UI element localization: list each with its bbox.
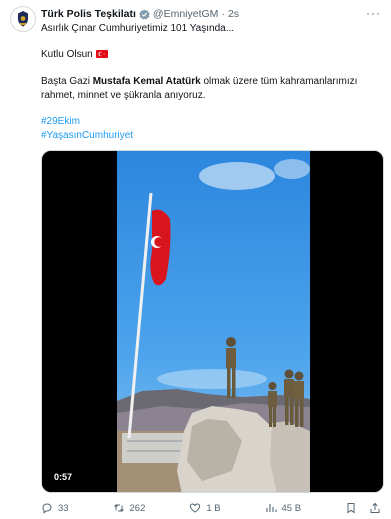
greeting-text: Kutlu Olsun (41, 49, 93, 60)
timestamp[interactable]: 2s (228, 8, 239, 20)
police-badge-avatar (12, 8, 34, 30)
hashtag-29ekim[interactable]: #29Ekim (41, 115, 381, 129)
verified-badge-icon (139, 8, 150, 20)
handle[interactable]: @EmniyetGM (153, 8, 219, 20)
like-button[interactable]: 1 B (189, 502, 221, 514)
tweet-line-3: Başta Gazi Mustafa Kemal Atatürk olmak ü… (41, 75, 381, 89)
reply-count: 33 (58, 502, 69, 514)
share-icon (370, 502, 380, 513)
action-bar: 33 262 1 B 45 B (41, 500, 381, 516)
ataturk-name: Mustafa Kemal Atatürk (92, 76, 201, 87)
like-icon (190, 503, 201, 513)
secondary-actions (345, 502, 381, 514)
tweet-line-2: Kutlu Olsun (41, 48, 381, 63)
separator-dot: · (221, 8, 225, 20)
line3-start: Başta Gazi (41, 76, 93, 87)
tweet-line-1: Asırlık Çınar Cumhuriyetimiz 101 Yaşında… (41, 23, 235, 34)
more-icon[interactable]: ··· (366, 6, 381, 20)
display-name[interactable]: Türk Polis Teşkilatı (41, 8, 136, 20)
bookmark-button[interactable] (345, 502, 357, 514)
video-duration: 0:57 (50, 470, 77, 484)
like-count: 1 B (206, 502, 221, 514)
hashtag-yasasin-cumhuriyet[interactable]: #YaşasınCumhuriyet (41, 129, 381, 143)
repost-button[interactable]: 262 (113, 502, 146, 514)
bookmark-icon (347, 503, 355, 514)
views-count: 45 B (281, 502, 302, 514)
avatar[interactable] (10, 6, 36, 32)
repost-icon (113, 504, 124, 512)
line3-end: olmak üzere tüm kahramanlarımızı (200, 76, 358, 87)
reply-icon (42, 503, 52, 514)
video-player[interactable]: 0:57 (41, 150, 384, 493)
views-button[interactable]: 45 B (265, 502, 302, 514)
tweet-header: Türk Polis Teşkilatı @EmniyetGM · 2s (41, 6, 381, 22)
video-frame (42, 151, 383, 492)
reply-button[interactable]: 33 (41, 502, 69, 514)
tweet-line-4: rahmet, minnet ve şükranla anıyoruz. (41, 90, 206, 101)
share-button[interactable] (369, 502, 381, 514)
turkey-flag-emoji (95, 49, 108, 63)
repost-count: 262 (129, 502, 146, 514)
views-icon (265, 504, 277, 512)
